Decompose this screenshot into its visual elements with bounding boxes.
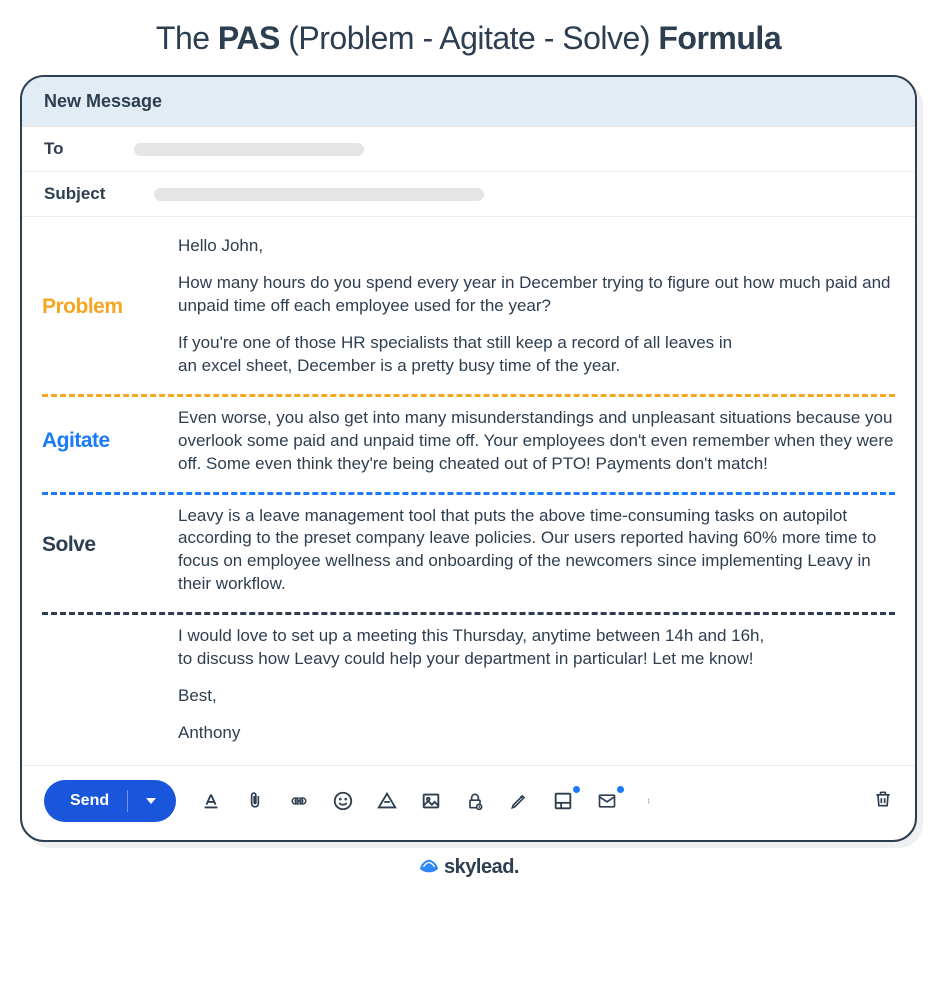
brand-name: skylead. [444,856,519,878]
label-problem: Problem [42,235,162,388]
subject-input[interactable] [154,188,484,201]
attachment-icon[interactable] [244,790,266,812]
closing-section: I would love to set up a meeting this Th… [42,625,895,745]
drive-icon[interactable] [376,790,398,812]
agitate-text: Even worse, you also get into many misun… [178,407,895,486]
solve-paragraph: Leavy is a leave management tool that pu… [178,505,895,597]
send-button[interactable]: Send [44,780,176,822]
divider-agitate [42,492,895,495]
to-input[interactable] [134,143,364,156]
send-button-label: Send [70,792,109,810]
sender-name: Anthony [178,722,895,745]
problem-paragraph-2: If you're one of those HR specialists th… [178,332,895,378]
mail-icon[interactable] [596,790,618,812]
subject-label: Subject [44,184,134,204]
compose-toolbar: Send [22,765,915,840]
subject-row: Subject [22,172,915,217]
send-divider [127,790,128,812]
problem-paragraph-1: How many hours do you spend every year i… [178,272,895,318]
to-row: To [22,127,915,172]
message-body: Problem Hello John, How many hours do yo… [22,217,915,765]
signoff: Best, [178,685,895,708]
compose-window: New Message To Subject Problem Hello Joh… [20,75,917,842]
more-icon[interactable] [640,790,662,812]
page-title: The PAS (Problem - Agitate - Solve) Form… [20,20,917,57]
solve-text: Leavy is a leave management tool that pu… [178,505,895,607]
agitate-section: Agitate Even worse, you also get into ma… [42,407,895,486]
cta-paragraph: I would love to set up a meeting this Th… [178,625,895,671]
brand-icon [418,856,440,876]
label-agitate: Agitate [42,407,162,486]
problem-text: Hello John, How many hours do you spend … [178,235,895,388]
divider-problem [42,394,895,397]
image-icon[interactable] [420,790,442,812]
problem-section: Problem Hello John, How many hours do yo… [42,235,895,388]
lock-icon[interactable] [464,790,486,812]
pen-icon[interactable] [508,790,530,812]
solve-section: Solve Leavy is a leave management tool t… [42,505,895,607]
greeting: Hello John, [178,235,895,258]
emoji-icon[interactable] [332,790,354,812]
window-header: New Message [22,77,915,127]
caret-down-icon[interactable] [146,798,156,804]
trash-icon[interactable] [873,788,893,815]
to-label: To [44,139,134,159]
agitate-paragraph: Even worse, you also get into many misun… [178,407,895,476]
label-solve: Solve [42,505,162,607]
divider-solve [42,612,895,615]
link-icon[interactable] [288,790,310,812]
brand-footer: skylead. [20,856,917,879]
formatting-icons [200,790,662,812]
text-format-icon[interactable] [200,790,222,812]
save-icon[interactable] [552,790,574,812]
